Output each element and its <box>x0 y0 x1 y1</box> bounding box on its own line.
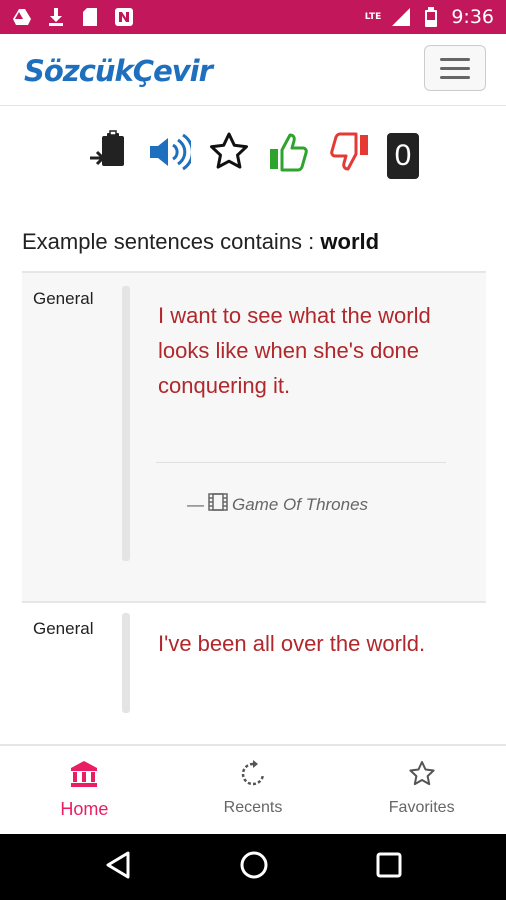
card-divider-bar <box>122 286 130 561</box>
example-list: General I want to see what the world loo… <box>22 271 486 741</box>
system-navigation-bar <box>0 834 506 900</box>
vote-count-badge: 0 <box>387 133 419 179</box>
drive-icon <box>12 7 32 27</box>
battery-icon <box>421 7 441 27</box>
source-separator <box>156 462 446 463</box>
signal-icon <box>391 7 411 27</box>
speaker-icon[interactable] <box>147 130 191 174</box>
heading-prefix: Example sentences contains : <box>22 229 321 254</box>
film-icon <box>208 493 228 516</box>
source-attribution: — Game Of Thrones <box>187 493 368 516</box>
n-icon <box>114 7 134 27</box>
clock: 9:36 <box>451 6 494 28</box>
back-icon[interactable] <box>104 850 132 885</box>
category-label: General <box>33 619 94 638</box>
thumbs-down-icon[interactable] <box>327 130 371 174</box>
nav-home[interactable]: Home <box>0 746 169 834</box>
hamburger-icon <box>440 57 470 61</box>
search-term: world <box>320 229 380 254</box>
sd-card-icon <box>80 7 100 27</box>
download-icon <box>46 7 66 27</box>
example-sentence: I want to see what the world looks like … <box>158 303 431 398</box>
thumbs-up-icon[interactable] <box>267 130 311 174</box>
overview-icon[interactable] <box>376 852 402 883</box>
word-toolbar: 0 <box>0 120 506 184</box>
refresh-icon <box>239 760 267 793</box>
nav-home-label: Home <box>60 799 109 819</box>
bottom-navigation: Home Recents Favorites <box>0 744 506 834</box>
paste-icon[interactable] <box>87 130 131 174</box>
network-label: LTE <box>364 12 382 22</box>
star-icon[interactable] <box>207 130 251 174</box>
nav-recents-label: Recents <box>223 799 283 816</box>
status-bar: LTE 9:36 <box>0 0 506 34</box>
example-card[interactable]: General I want to see what the world loo… <box>22 271 486 601</box>
star-icon <box>408 760 436 793</box>
app-bar: SözcükÇevir <box>0 34 506 106</box>
nav-favorites-label: Favorites <box>388 799 455 816</box>
source-title: Game Of Thrones <box>232 494 369 514</box>
bank-icon <box>69 760 99 793</box>
card-divider-bar <box>122 613 130 713</box>
menu-button[interactable] <box>424 45 486 91</box>
category-label: General <box>33 289 94 308</box>
results-heading: Example sentences contains : world <box>22 229 379 255</box>
example-card[interactable]: General I've been all over the world. <box>22 601 486 741</box>
nav-recents[interactable]: Recents <box>169 746 338 834</box>
brand-logo[interactable]: SözcükÇevir <box>24 54 213 88</box>
nav-favorites[interactable]: Favorites <box>337 746 506 834</box>
home-icon[interactable] <box>239 850 269 885</box>
example-sentence: I've been all over the world. <box>158 631 426 656</box>
source-dash: — <box>187 494 204 514</box>
